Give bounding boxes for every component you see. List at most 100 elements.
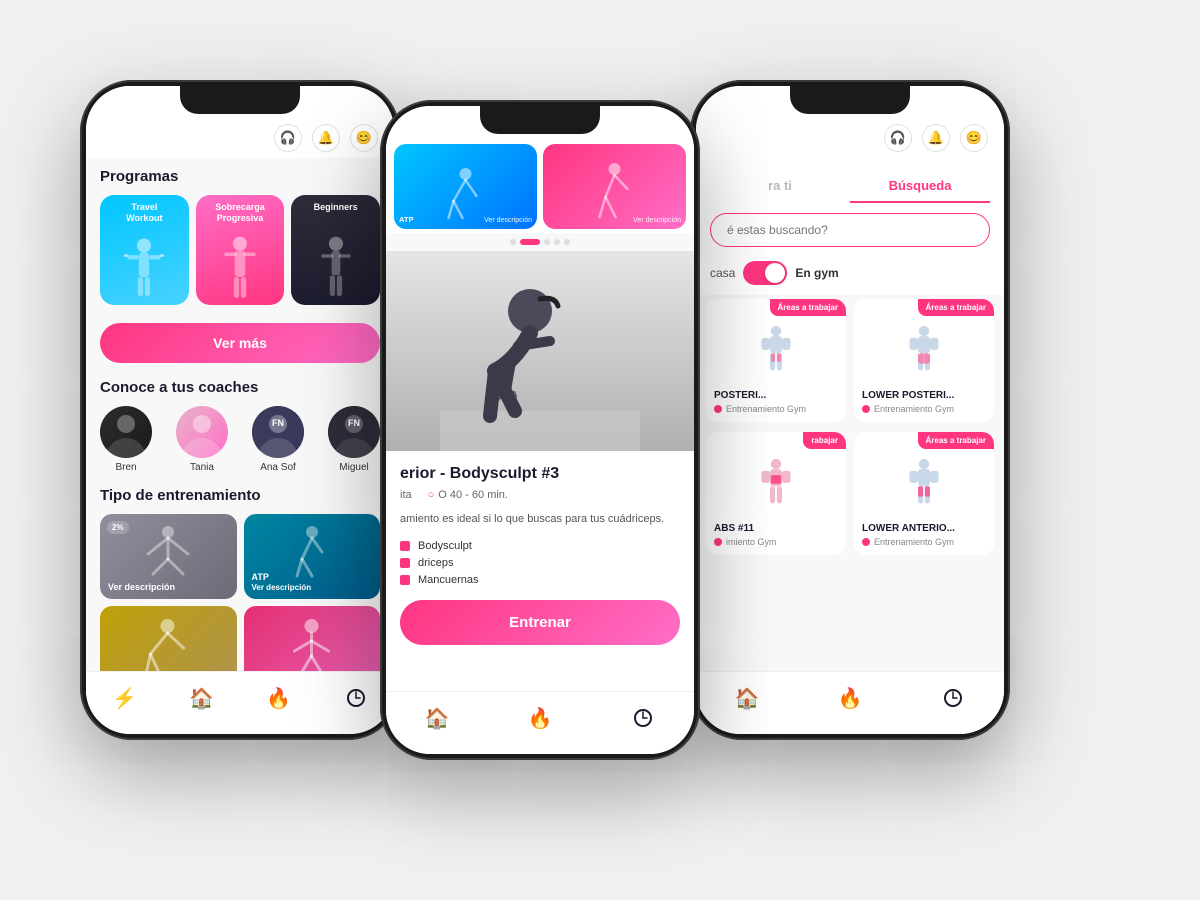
- training-card-atp[interactable]: ATPVer descripción: [244, 514, 381, 599]
- workout-screen: ATP Ver descripción Ver descripción: [386, 106, 694, 754]
- tag-dot-1: [400, 541, 410, 551]
- location-on-label: En gym: [795, 266, 838, 280]
- workout-detail-content: erior - Bodysculpt #3 ita ○ O 40 - 60 mi…: [386, 451, 694, 691]
- entrenar-button[interactable]: Entrenar: [400, 600, 680, 645]
- body-image-2: [854, 320, 994, 390]
- tag-bodysculpt: Bodysculpt: [400, 540, 680, 552]
- coach-anasof-avatar: FN: [252, 406, 304, 458]
- result-title-3: ABS #11: [706, 523, 846, 534]
- coaches-title: Conoce a tus coaches: [100, 379, 380, 396]
- search-screen: 🎧 🔔 😊 ra ti Búsqueda: [696, 86, 1004, 734]
- result-row-1: Áreas a trabajar: [706, 299, 994, 422]
- meta-author: ita: [400, 489, 412, 501]
- app-scene: 🎧 🔔 😊 Programas TravelWorkout: [50, 40, 1150, 860]
- workout-meta: ita ○ O 40 - 60 min.: [400, 489, 680, 501]
- tag-label-2: driceps: [418, 557, 453, 569]
- nav2-chart[interactable]: [627, 702, 659, 734]
- programs-grid: TravelWorkout: [100, 195, 380, 305]
- notch-3: [790, 86, 910, 114]
- training-card-pink[interactable]: [244, 606, 381, 671]
- result-card-lower-posteri[interactable]: Áreas a trabajar: [854, 299, 994, 422]
- tag-dot-2: [400, 558, 410, 568]
- prog-card-pink[interactable]: Ver descripción: [543, 144, 686, 229]
- result-subtitle-3: imiento Gym: [706, 537, 846, 547]
- coach-bren[interactable]: Bren: [100, 406, 152, 473]
- training-card-stretch[interactable]: 2% Ver descripción: [100, 514, 237, 599]
- dot-1: [510, 239, 516, 245]
- coach-anasof-name: Ana Sof: [260, 462, 296, 473]
- coach-miguel[interactable]: FN Miguel: [328, 406, 380, 473]
- nav-chart[interactable]: [340, 682, 372, 714]
- smiley-icon[interactable]: 😊: [350, 124, 378, 152]
- bell-icon-3[interactable]: 🔔: [922, 124, 950, 152]
- result-dot-2: [862, 405, 870, 413]
- result-title-4: LOWER ANTERIO...: [854, 523, 994, 534]
- headphones-icon[interactable]: 🎧: [274, 124, 302, 152]
- area-btn-3[interactable]: rabajar: [803, 432, 846, 449]
- coach-bren-name: Bren: [115, 462, 136, 473]
- dot-3: [544, 239, 550, 245]
- slider-dots: [386, 233, 694, 251]
- nav3-home[interactable]: 🏠: [731, 682, 763, 714]
- phone-workout: ATP Ver descripción Ver descripción: [380, 100, 700, 760]
- search-results: Áreas a trabajar: [696, 295, 1004, 671]
- program-card-label-3: Beginners: [298, 202, 373, 213]
- nav3-chart[interactable]: [937, 682, 969, 714]
- nav-home[interactable]: 🏠: [186, 682, 218, 714]
- program-figure: [113, 230, 175, 305]
- nav2-home[interactable]: 🏠: [421, 702, 453, 734]
- home-screen: 🎧 🔔 😊 Programas TravelWorkout: [86, 86, 394, 734]
- result-title-1: POSTERI...: [706, 390, 846, 401]
- workout-desc: amiento es ideal si lo que buscas para t…: [400, 511, 680, 528]
- training-card-yellow[interactable]: [100, 606, 237, 671]
- coach-miguel-avatar: FN: [328, 406, 380, 458]
- phone-home: 🎧 🔔 😊 Programas TravelWorkout: [80, 80, 400, 740]
- search-input[interactable]: [710, 213, 990, 247]
- workout-hero-image: [386, 251, 694, 451]
- result-card-lower-anterio[interactable]: Áreas a trabajar: [854, 432, 994, 555]
- program-figure-2: [209, 230, 271, 305]
- notch: [180, 86, 300, 114]
- program-figure-3: [305, 230, 367, 305]
- bell-icon[interactable]: 🔔: [312, 124, 340, 152]
- coach-tania-avatar: [176, 406, 228, 458]
- nav-fire[interactable]: 🔥: [263, 682, 295, 714]
- dot-4: [554, 239, 560, 245]
- bottom-nav-1: ⚡ 🏠 🔥: [86, 671, 394, 734]
- dot-2: [520, 239, 540, 245]
- meta-duration: ○ O 40 - 60 min.: [428, 489, 508, 501]
- ver-mas-button[interactable]: Ver más: [100, 323, 380, 363]
- coach-tania[interactable]: Tania: [176, 406, 228, 473]
- tab-para-ti[interactable]: ra ti: [710, 170, 850, 203]
- workout-tags: Bodysculpt driceps Mancuernas: [400, 540, 680, 586]
- workout-title: erior - Bodysculpt #3: [400, 465, 680, 483]
- nav2-fire[interactable]: 🔥: [524, 702, 556, 734]
- program-card-sobrecarga[interactable]: SobrecargaProgresiva: [196, 195, 285, 305]
- nav-flash[interactable]: ⚡: [109, 682, 141, 714]
- area-btn-1[interactable]: Áreas a trabajar: [770, 299, 846, 316]
- program-card-beginners[interactable]: Beginners: [291, 195, 380, 305]
- phone-search: 🎧 🔔 😊 ra ti Búsqueda: [690, 80, 1010, 740]
- result-card-abs[interactable]: rabajar: [706, 432, 846, 555]
- prog-card-atp[interactable]: ATP Ver descripción: [394, 144, 537, 229]
- headphones-icon-3[interactable]: 🎧: [884, 124, 912, 152]
- smiley-icon-3[interactable]: 😊: [960, 124, 988, 152]
- program-card-label-2: SobrecargaProgresiva: [203, 202, 278, 224]
- result-dot-1: [714, 405, 722, 413]
- home-scroll: Programas TravelWorkout: [86, 158, 394, 671]
- area-btn-2[interactable]: Áreas a trabajar: [918, 299, 994, 316]
- bottom-nav-2: 🏠 🔥: [386, 691, 694, 754]
- search-tabs: ra ti Búsqueda: [696, 158, 1004, 203]
- search-bar-container: [696, 203, 1004, 257]
- body-image-4: [854, 453, 994, 523]
- tag-dot-3: [400, 575, 410, 585]
- dot-5: [564, 239, 570, 245]
- area-btn-4[interactable]: Áreas a trabajar: [918, 432, 994, 449]
- result-card-posteri-left[interactable]: Áreas a trabajar: [706, 299, 846, 422]
- tag-label-1: Bodysculpt: [418, 540, 472, 552]
- coach-anasof[interactable]: FN Ana Sof: [252, 406, 304, 473]
- tab-busqueda[interactable]: Búsqueda: [850, 170, 990, 203]
- program-card-travel[interactable]: TravelWorkout: [100, 195, 189, 305]
- nav3-fire[interactable]: 🔥: [834, 682, 866, 714]
- gym-toggle[interactable]: [743, 261, 787, 285]
